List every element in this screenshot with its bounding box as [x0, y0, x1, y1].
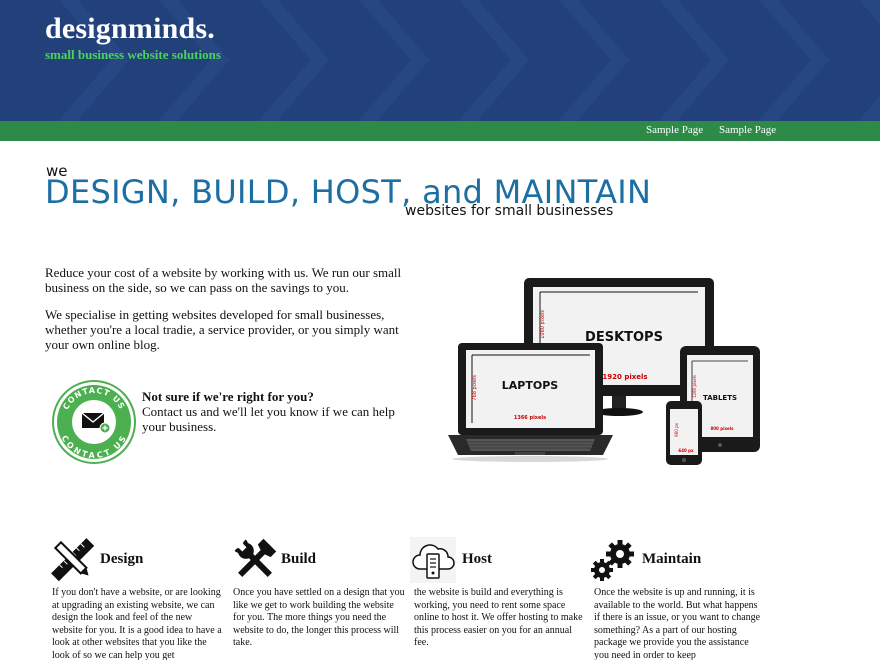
- ruler-pencil-icon: [51, 538, 95, 582]
- main-nav: Sample Page Sample Page: [0, 121, 880, 141]
- service-text-maintain: Once the website is up and running, it i…: [594, 587, 761, 660]
- laptop-label: LAPTOPS: [502, 379, 559, 392]
- tablet-width-label: 800 pixels: [710, 426, 734, 431]
- service-title-build: Build: [281, 551, 317, 567]
- desktop-label: DESKTOPS: [585, 330, 663, 345]
- tools-icon: [234, 538, 277, 577]
- contact-text: Contact us and we'll let you know if we …: [142, 404, 395, 434]
- desktop-width-label: 1920 pixels: [602, 373, 647, 381]
- hero-subline: websites for small businesses: [405, 203, 614, 219]
- tablet-label: TABLETS: [703, 394, 737, 402]
- contact-title: Not sure if we're right for you?: [142, 389, 314, 404]
- service-title-host: Host: [462, 551, 492, 567]
- service-text-design: If you don't have a website, or are look…: [52, 587, 222, 660]
- intro-paragraph-1: Reduce your cost of a website by working…: [45, 265, 402, 295]
- desktop-height-label: 1080 pixels: [540, 310, 546, 339]
- phone-width-label: 640 px: [678, 448, 694, 453]
- site-tagline: small business website solutions: [45, 47, 221, 62]
- laptop-width-label: 1366 pixels: [514, 415, 546, 421]
- service-title-design: Design: [100, 551, 144, 567]
- laptop-height-label: 768 pixels: [472, 375, 478, 401]
- service-text-host: the website is build and everything is w…: [414, 587, 583, 649]
- responsive-devices-illustration: 1080 pixels DESKTOPS 1920 pixels 768 pix…: [448, 278, 760, 465]
- phone-height-label: 960 px: [674, 422, 679, 436]
- site-header: designminds. small business website solu…: [0, 0, 880, 121]
- nav-item-sample-page-1[interactable]: Sample Page: [646, 124, 703, 136]
- phone: 960 px 640 px: [666, 401, 702, 465]
- nav-item-sample-page-2[interactable]: Sample Page: [719, 124, 776, 136]
- site-title[interactable]: designminds.: [45, 12, 215, 46]
- laptop: 768 pixels LAPTOPS 1366 pixels: [448, 343, 613, 462]
- contact-us-badge[interactable]: CONTACT US CONTACT US: [52, 380, 136, 464]
- cloud-server-icon: [410, 537, 456, 583]
- service-text-build: Once you have settled on a design that y…: [233, 587, 405, 649]
- tablet-height-label: 1280 pixels: [692, 375, 697, 398]
- service-title-maintain: Maintain: [642, 551, 702, 567]
- intro-paragraph-2: We specialise in getting websites develo…: [45, 307, 399, 352]
- gears-icon: [591, 540, 634, 581]
